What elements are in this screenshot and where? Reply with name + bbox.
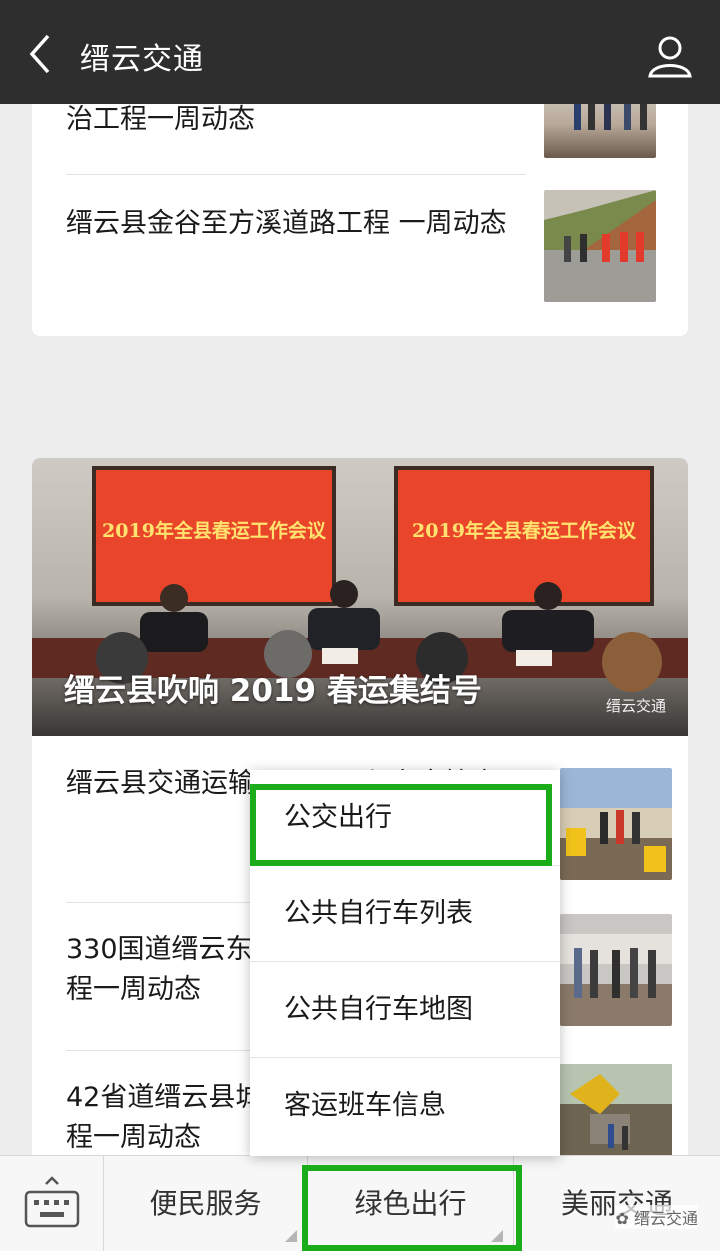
keyboard-icon [24,1176,80,1228]
highlight-box-green-travel [302,1165,522,1251]
hero-image[interactable]: 2019年全县春运工作会议 2019年全县春运工作会议 缙云县吹响 2019 春… [32,458,688,736]
submenu-item-coach[interactable]: 客运班车信息 [250,1058,560,1154]
article-card-top: 治工程一周动态 缙云县金谷至方溪道路工程 一周动态 [32,104,688,336]
meeting-scene [32,580,688,692]
article-title[interactable]: 缙云县金谷至方溪道路工程 一周动态 [66,204,526,244]
menu-tab-label: 便民服务 [149,1187,262,1220]
submenu-item-bike-list[interactable]: 公共自行车列表 [250,866,560,962]
submenu-indicator-icon [285,1230,297,1242]
page-title: 缙云交通 [80,42,204,77]
article-thumbnail[interactable] [544,190,656,302]
article-thumbnail[interactable] [560,768,672,880]
wechat-icon: ✿ [615,1209,634,1228]
menu-tab-beautiful-traffic[interactable]: 美丽交通 [514,1156,720,1251]
watermark-text: 缙云交通 [633,1209,698,1228]
menu-tab-convenience[interactable]: 便民服务 [104,1156,308,1251]
hero-screen-text: 2019年全县春运工作会议 [412,520,636,542]
back-arrow-icon[interactable] [22,30,62,78]
article-thumbnail[interactable] [544,104,656,158]
hero-title[interactable]: 缙云县吹响 2019 春运集结号 [64,665,482,710]
submenu-item-bike-map[interactable]: 公共自行车地图 [250,962,560,1058]
keyboard-toggle-button[interactable] [0,1156,104,1251]
profile-icon[interactable] [646,34,694,78]
wechat-watermark: ✿ 缙云交通 [615,1205,698,1229]
highlight-box-bus [250,784,552,866]
divider [66,174,526,175]
top-navigation-bar: 缙云交通 [0,0,720,104]
hero-screen-text: 2019年全县春运工作会议 [102,520,326,542]
article-title[interactable]: 治工程一周动态 [66,104,526,144]
article-thumbnail[interactable] [560,1064,672,1155]
hero-watermark: 缙云交通 [605,697,666,715]
article-thumbnail[interactable] [560,914,672,1026]
